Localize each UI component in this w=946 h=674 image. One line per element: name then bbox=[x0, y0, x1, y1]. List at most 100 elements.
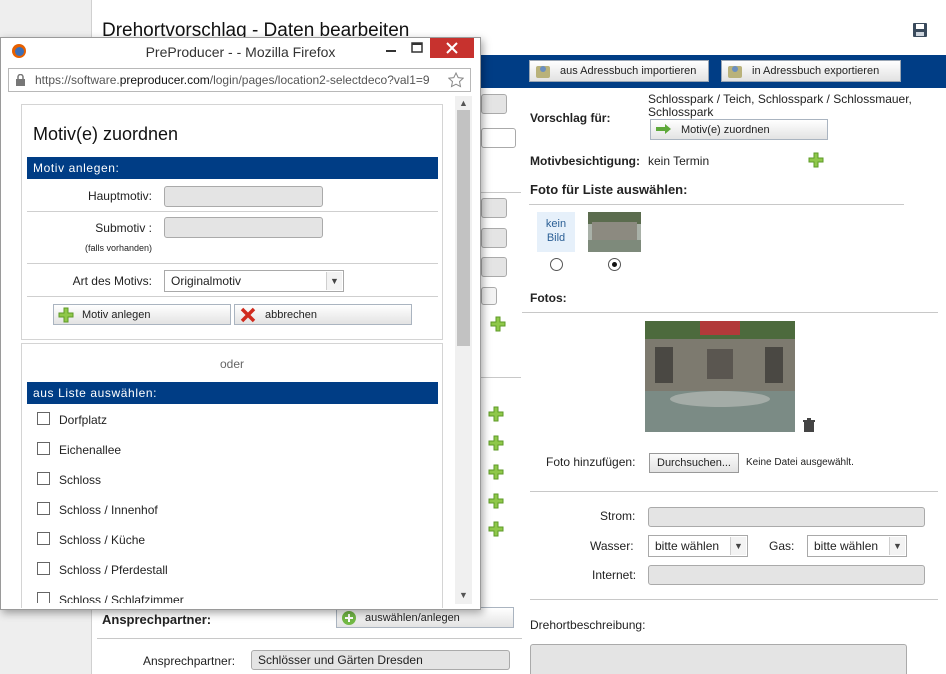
motiv-anlegen-button[interactable]: Motiv anlegen bbox=[53, 304, 231, 325]
export-address-label: in Adressbuch exportieren bbox=[752, 65, 880, 77]
list-clip: Schloss / Schlafzimmer bbox=[22, 585, 452, 603]
art-value: Originalmotiv bbox=[171, 274, 242, 288]
motivbesichtigung-value: kein Termin bbox=[648, 154, 710, 168]
popup-heading: Motiv(e) zuordnen bbox=[33, 124, 179, 144]
hidden-field[interactable] bbox=[481, 257, 507, 277]
checkbox-schloss-innenhof[interactable] bbox=[37, 502, 50, 515]
motivbesichtigung-label: Motivbesichtigung: bbox=[530, 154, 640, 168]
scroll-up-icon[interactable]: ▲ bbox=[455, 96, 472, 110]
bookmark-star-icon[interactable] bbox=[448, 72, 464, 88]
strom-label: Strom: bbox=[600, 509, 636, 523]
maximize-button[interactable] bbox=[404, 38, 430, 58]
foto-hinzufuegen-label: Foto hinzufügen: bbox=[546, 455, 636, 469]
add-icon[interactable] bbox=[488, 435, 504, 451]
checkbox-schloss[interactable] bbox=[37, 472, 50, 485]
hidden-field[interactable] bbox=[481, 198, 507, 218]
url-domain: preproducer.com bbox=[119, 73, 210, 87]
photo-thumbnail[interactable] bbox=[588, 212, 641, 252]
list-item: Schloss / Innenhof bbox=[59, 503, 158, 517]
add-icon[interactable] bbox=[488, 464, 504, 480]
hauptmotiv-label: Hauptmotiv: bbox=[87, 189, 152, 203]
internet-field[interactable] bbox=[648, 565, 925, 585]
hidden-field[interactable] bbox=[481, 228, 507, 248]
art-label: Art des Motivs: bbox=[72, 274, 152, 288]
browse-button[interactable]: Durchsuchen... bbox=[649, 453, 739, 473]
import-address-button[interactable]: aus Adressbuch importieren bbox=[529, 60, 709, 82]
checkbox-dorfplatz[interactable] bbox=[37, 412, 50, 425]
minimize-button[interactable] bbox=[378, 38, 404, 58]
hauptmotiv-input[interactable] bbox=[164, 186, 323, 207]
assign-icon bbox=[656, 123, 671, 134]
list-item: Dorfplatz bbox=[59, 413, 108, 427]
url-path: /login/pages/location2-selectdeco?val1=9 bbox=[209, 73, 430, 87]
add-appointment-icon[interactable] bbox=[808, 152, 824, 168]
close-button[interactable] bbox=[430, 38, 474, 58]
foto-liste-label: Foto für Liste auswählen: bbox=[530, 182, 688, 197]
checkbox-eichenallee[interactable] bbox=[37, 442, 50, 455]
save-icon[interactable] bbox=[912, 22, 928, 38]
description-textarea[interactable] bbox=[530, 644, 907, 674]
gas-select[interactable]: bitte wählen ▼ bbox=[807, 535, 907, 557]
cancel-button[interactable]: abbrechen bbox=[234, 304, 412, 325]
no-file-text: Keine Datei ausgewählt. bbox=[746, 457, 854, 468]
hidden-select[interactable] bbox=[481, 287, 497, 305]
add-icon[interactable] bbox=[490, 316, 506, 332]
add-icon[interactable] bbox=[488, 493, 504, 509]
location-photo[interactable] bbox=[645, 321, 795, 432]
add-circle-icon bbox=[342, 610, 356, 625]
list-item: Eichenallee bbox=[59, 443, 122, 457]
photo-radio[interactable] bbox=[608, 258, 621, 271]
chevron-down-icon: ▼ bbox=[730, 537, 746, 555]
list-item: Schloss / Pferdestall bbox=[59, 563, 168, 577]
no-image-option[interactable]: kein Bild bbox=[537, 212, 575, 252]
motiv-zuordnen-button[interactable]: Motiv(e) zuordnen bbox=[650, 119, 828, 140]
close-icon bbox=[446, 42, 458, 54]
export-address-button[interactable]: in Adressbuch exportieren bbox=[721, 60, 901, 82]
wasser-label: Wasser: bbox=[590, 539, 634, 553]
vorschlag-value: Schlosspark / Teich, Schlosspark / Schlo… bbox=[648, 92, 912, 119]
select-contact-button[interactable]: auswählen/anlegen bbox=[336, 607, 514, 628]
wasser-select[interactable]: bitte wählen ▼ bbox=[648, 535, 748, 557]
add-icon[interactable] bbox=[488, 406, 504, 422]
submotiv-input[interactable] bbox=[164, 217, 323, 238]
strom-field[interactable] bbox=[648, 507, 925, 527]
scroll-down-icon[interactable]: ▼ bbox=[455, 588, 472, 602]
vorschlag-label: Vorschlag für: bbox=[530, 111, 611, 125]
list-item: Schloss / Küche bbox=[59, 533, 146, 547]
hidden-field[interactable] bbox=[481, 128, 516, 148]
lock-icon[interactable] bbox=[15, 74, 26, 86]
trash-icon[interactable] bbox=[802, 418, 816, 433]
scrollbar-thumb[interactable] bbox=[457, 110, 470, 346]
gas-value: bitte wählen bbox=[814, 539, 879, 553]
maximize-icon bbox=[411, 42, 423, 53]
address-book-icon bbox=[536, 66, 550, 78]
list-item: Schloss / Schlafzimmer bbox=[59, 593, 184, 603]
no-image-radio[interactable] bbox=[550, 258, 563, 271]
url-bar[interactable]: https://software. preproducer.com/login/p… bbox=[8, 68, 471, 92]
ansprechpartner-heading: Ansprechpartner: bbox=[102, 612, 212, 627]
ansprechpartner-label: Ansprechpartner: bbox=[143, 654, 236, 668]
add-icon bbox=[58, 307, 74, 322]
submotiv-hint: (falls vorhanden) bbox=[84, 243, 152, 253]
hidden-field[interactable] bbox=[481, 94, 507, 114]
fotos-label: Fotos: bbox=[530, 291, 567, 305]
motiv-zuordnen-label: Motiv(e) zuordnen bbox=[681, 123, 770, 136]
url-prefix: https://software. bbox=[35, 73, 120, 87]
minimize-icon bbox=[386, 50, 396, 52]
select-contact-label: auswählen/anlegen bbox=[365, 611, 460, 624]
chevron-down-icon: ▼ bbox=[326, 272, 342, 290]
checkbox-schloss-pferdestall[interactable] bbox=[37, 562, 50, 575]
list-header: aus Liste auswählen: bbox=[27, 382, 438, 404]
submotiv-label: Submotiv : bbox=[95, 221, 152, 235]
art-select[interactable]: Originalmotiv ▼ bbox=[164, 270, 344, 292]
gas-label: Gas: bbox=[769, 539, 795, 553]
address-book-icon bbox=[728, 66, 742, 78]
contact-field[interactable]: Schlösser und Gärten Dresden bbox=[251, 650, 510, 670]
checkbox-schloss-schlafzimmer[interactable] bbox=[37, 592, 50, 603]
motiv-anlegen-label: Motiv anlegen bbox=[82, 308, 151, 321]
checkbox-schloss-kueche[interactable] bbox=[37, 532, 50, 545]
import-address-label: aus Adressbuch importieren bbox=[560, 65, 697, 77]
add-icon[interactable] bbox=[488, 521, 504, 537]
oder-text: oder bbox=[219, 357, 245, 371]
motiv-anlegen-header: Motiv anlegen: bbox=[27, 157, 438, 179]
